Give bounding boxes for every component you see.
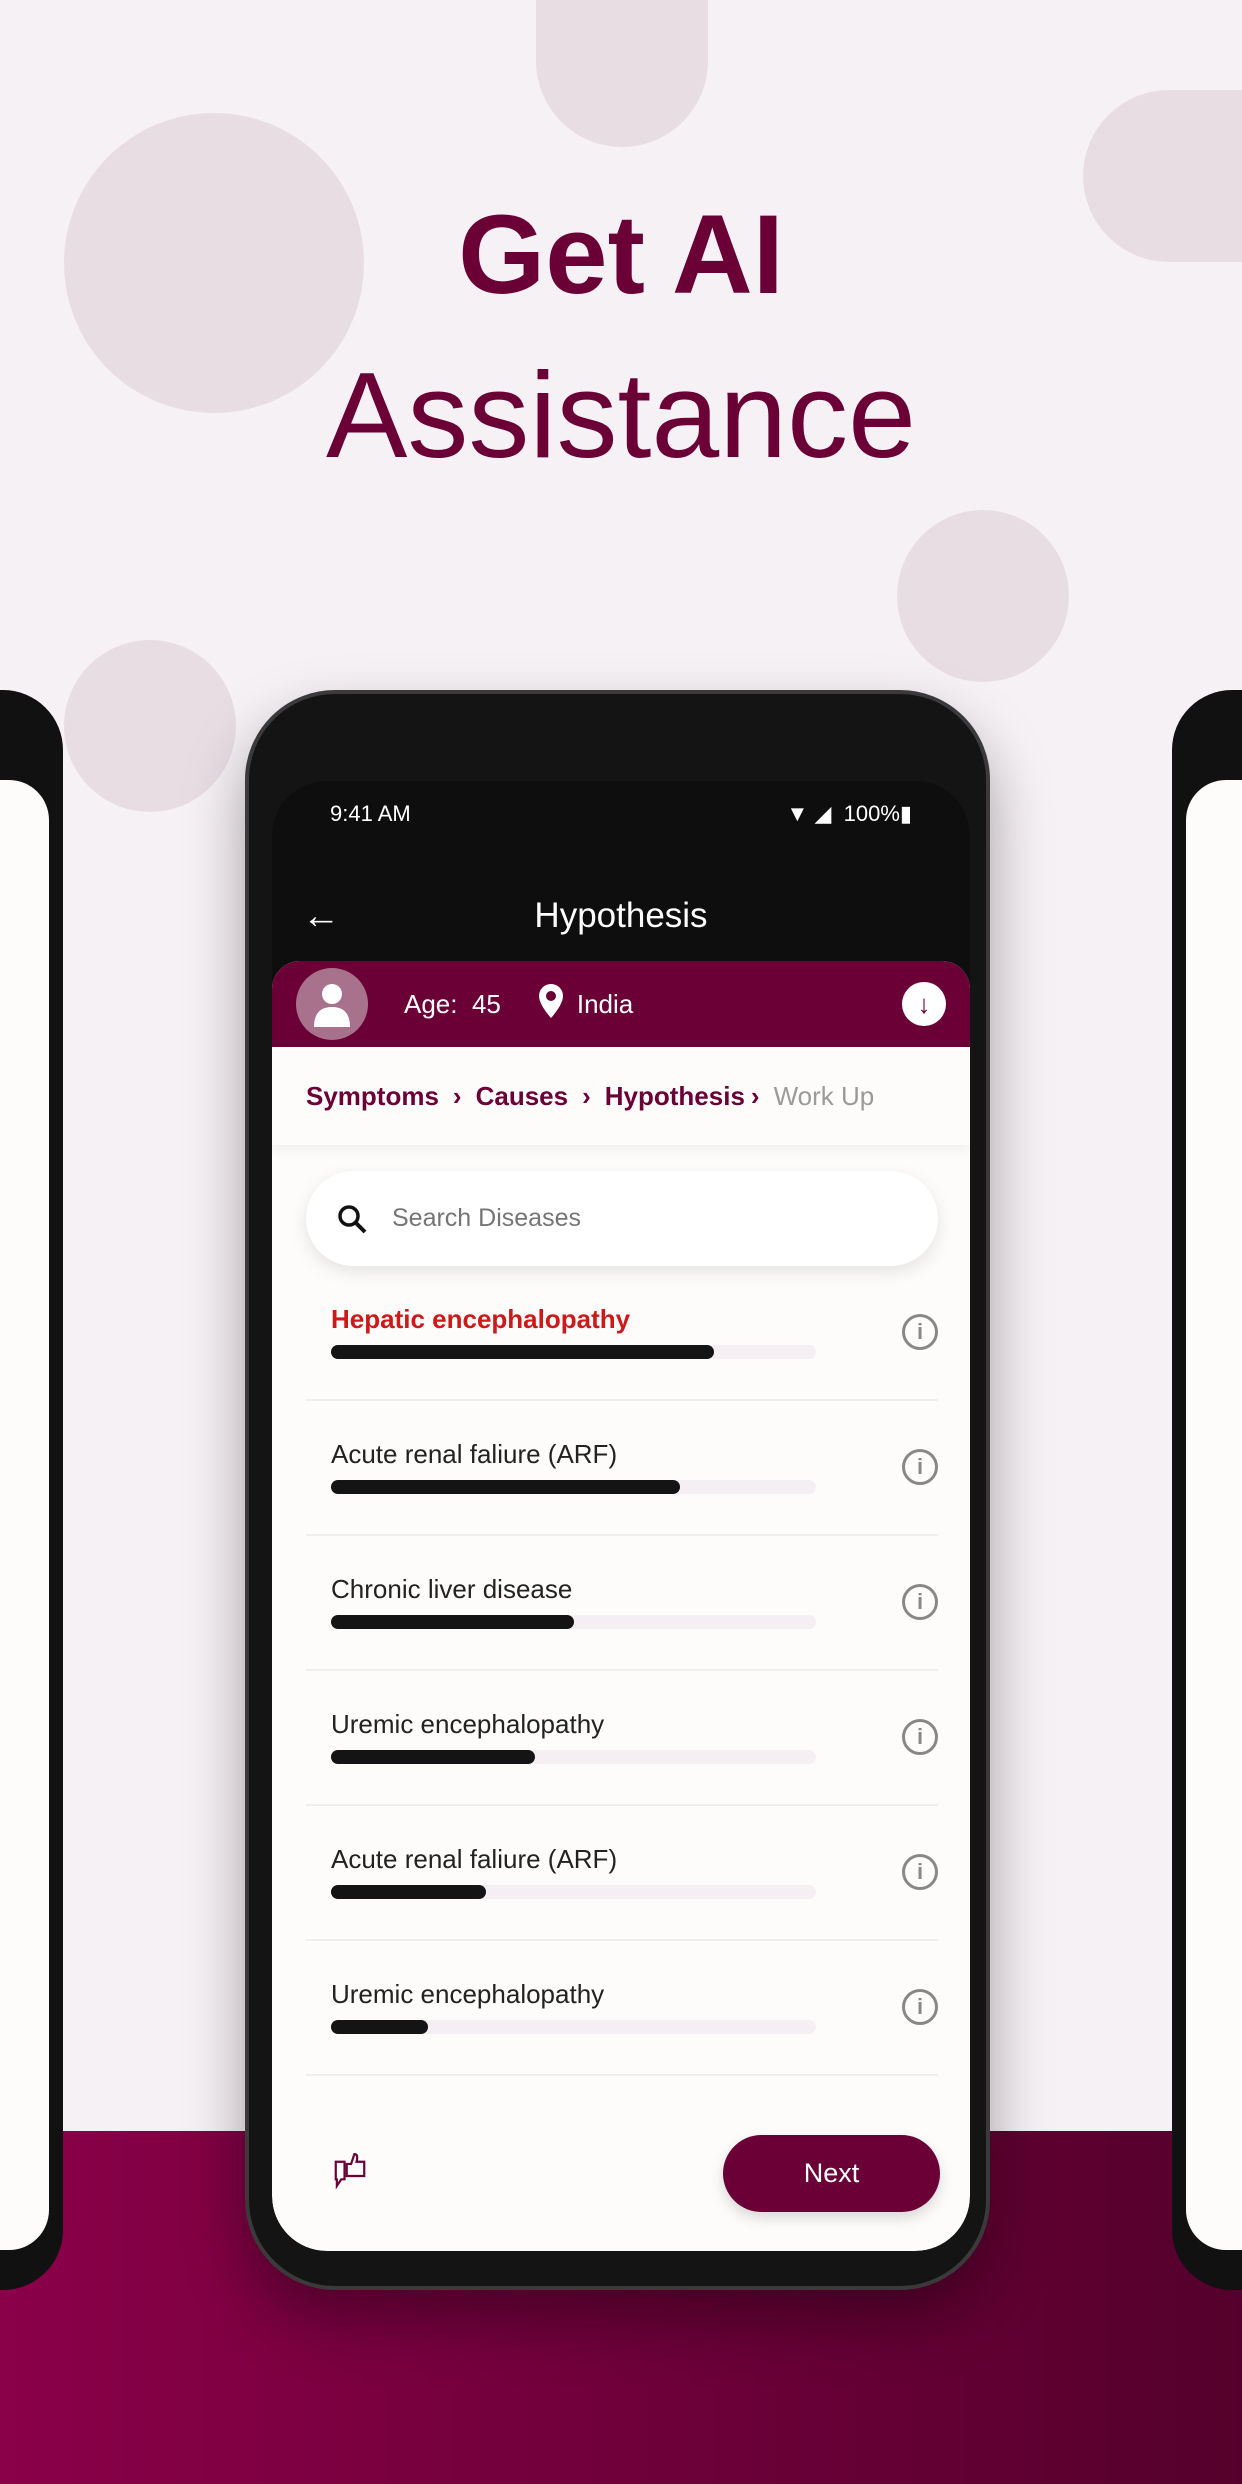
probability-fill xyxy=(331,1480,681,1494)
probability-fill xyxy=(331,1885,487,1899)
disease-name: Chronic liver disease xyxy=(331,1574,573,1604)
wifi-icon: ▼ xyxy=(786,801,809,826)
search-input[interactable] xyxy=(392,1204,792,1233)
info-icon[interactable]: i xyxy=(902,1449,938,1485)
chevron-right-icon: › xyxy=(750,1080,760,1111)
content-card: Age: 45 India ↓ Symptoms › Causes › Hypoth… xyxy=(272,961,970,2251)
probability-bar xyxy=(331,1750,816,1764)
app-bar: ← Hypothesis xyxy=(272,876,970,956)
disease-name: Uremic encephalopathy xyxy=(331,1709,605,1739)
search-icon xyxy=(338,1204,367,1233)
cloud-ai-icon xyxy=(897,510,1069,682)
app-screen: 9:41 AM ▼ ◢ 100%▮ ← Hypothesis Age: 45 I… xyxy=(272,781,970,2251)
next-button[interactable]: Next xyxy=(723,2135,940,2212)
disease-name: Acute renal faliure (ARF) xyxy=(331,1439,618,1469)
info-icon[interactable]: i xyxy=(902,1584,938,1620)
breadcrumb-hypothesis[interactable]: Hypothesis xyxy=(605,1081,745,1112)
info-icon[interactable]: i xyxy=(902,1719,938,1755)
disease-list: Hepatic encephalopathy i Acute renal faliu… xyxy=(272,1266,970,2076)
disease-item[interactable]: Uremic encephalopathy i xyxy=(306,1941,938,2076)
feedback-thumbs-up-icon[interactable] xyxy=(327,2153,373,2199)
probability-bar xyxy=(331,1480,816,1494)
left-phone xyxy=(0,690,63,2290)
probability-bar xyxy=(331,1885,816,1899)
disease-item[interactable]: Uremic encephalopathy i xyxy=(306,1671,938,1806)
headline-line1: Get AI xyxy=(458,192,784,317)
signal-icon: ◢ xyxy=(814,801,832,826)
probability-fill xyxy=(331,1615,574,1629)
battery-icon: ▮ xyxy=(899,801,912,826)
breadcrumb-workup[interactable]: Work Up xyxy=(774,1081,875,1112)
chevron-right-icon: › xyxy=(452,1080,462,1111)
search-bar xyxy=(306,1171,938,1266)
probability-fill xyxy=(331,1345,715,1359)
probability-bar xyxy=(331,1615,816,1629)
info-icon[interactable]: i xyxy=(902,1314,938,1350)
probability-bar xyxy=(331,2020,816,2034)
avatar xyxy=(296,968,368,1040)
cloud-ai-icon xyxy=(536,0,708,147)
page-title: Hypothesis xyxy=(534,896,708,935)
status-bar: 9:41 AM ▼ ◢ 100%▮ xyxy=(330,801,912,827)
probability-bar xyxy=(331,1345,816,1359)
cloud-ai-icon xyxy=(64,640,236,812)
age-label: Age: xyxy=(404,988,458,1019)
footer: Next xyxy=(272,2105,970,2251)
disease-item[interactable]: Acute renal faliure (ARF) i xyxy=(306,1401,938,1536)
chevron-right-icon: › xyxy=(582,1080,591,1111)
breadcrumb: Symptoms › Causes › Hypothesis › Work Up xyxy=(272,1047,970,1145)
disease-item[interactable]: Acute renal faliure (ARF) i xyxy=(306,1806,938,1941)
info-icon[interactable]: i xyxy=(902,1989,938,2025)
battery-level: 100% xyxy=(843,801,900,826)
probability-fill xyxy=(331,1750,535,1764)
right-phone xyxy=(1172,690,1242,2290)
location-pin-icon xyxy=(538,983,563,1025)
patient-bar: Age: 45 India ↓ xyxy=(272,961,970,1047)
phone-mockup: 9:41 AM ▼ ◢ 100%▮ ← Hypothesis Age: 45 I… xyxy=(245,690,990,2290)
disease-name: Uremic encephalopathy xyxy=(331,1979,605,2009)
status-time: 9:41 AM xyxy=(330,801,411,826)
info-icon[interactable]: i xyxy=(902,1854,938,1890)
disease-name: Acute renal faliure (ARF) xyxy=(331,1844,618,1874)
breadcrumb-symptoms[interactable]: Symptoms xyxy=(306,1081,439,1112)
breadcrumb-causes[interactable]: Causes xyxy=(476,1081,569,1112)
probability-fill xyxy=(331,2020,428,2034)
age-value: 45 xyxy=(471,988,501,1019)
download-icon[interactable]: ↓ xyxy=(902,982,946,1026)
headline-line2: Assistance xyxy=(326,347,916,483)
location-value: India xyxy=(576,988,634,1019)
back-arrow-icon[interactable]: ← xyxy=(302,876,340,956)
disease-name: Hepatic encephalopathy xyxy=(331,1304,631,1334)
disease-item[interactable]: Chronic liver disease i xyxy=(306,1536,938,1671)
disease-item[interactable]: Hepatic encephalopathy i xyxy=(306,1266,938,1401)
